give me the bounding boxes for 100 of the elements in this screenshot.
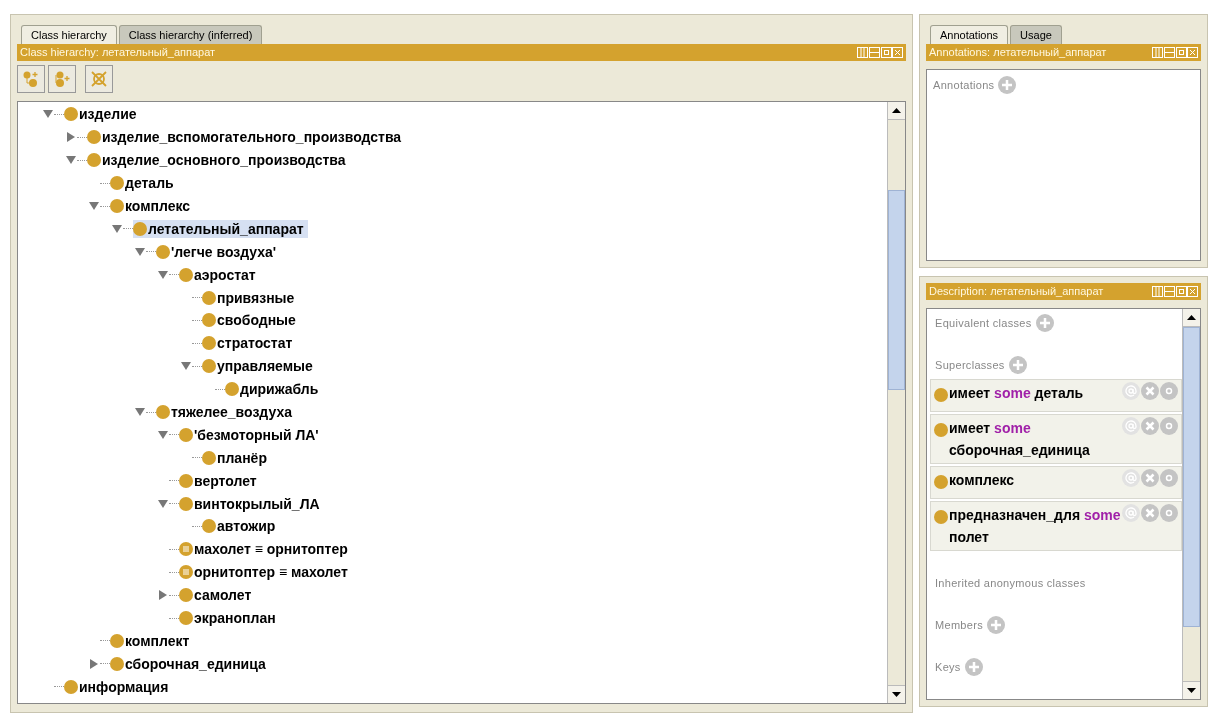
- class-icon: [934, 388, 948, 402]
- tree-node[interactable]: дирижабль: [225, 380, 323, 399]
- superclass-row[interactable]: комплекс: [930, 466, 1182, 499]
- tab[interactable]: Class hierarchy: [21, 25, 117, 44]
- tree-node[interactable]: 'легче воздуха': [156, 242, 281, 261]
- class-icon: [179, 611, 193, 626]
- collapse-triangle-icon[interactable]: [89, 202, 99, 210]
- window-controls-icon[interactable]: [1152, 47, 1198, 58]
- class-icon: [934, 423, 948, 437]
- at-sign-icon: [1125, 472, 1137, 484]
- section-label: Superclasses: [935, 357, 1005, 373]
- add-icon[interactable]: [964, 658, 983, 676]
- scrollbar[interactable]: [887, 102, 905, 703]
- add-icon[interactable]: [986, 616, 1005, 634]
- tree-node[interactable]: экраноплан: [179, 609, 280, 628]
- scroll-down-button[interactable]: [1183, 681, 1200, 699]
- tree-node[interactable]: комплект: [110, 631, 194, 650]
- defined-class-icon: [179, 565, 193, 580]
- collapse-triangle-icon[interactable]: [135, 247, 145, 256]
- class-name: привязные: [217, 288, 295, 307]
- edit-icon[interactable]: [1160, 382, 1178, 400]
- tree-node[interactable]: управляемые: [202, 357, 317, 376]
- collapse-triangle-icon[interactable]: [66, 156, 76, 165]
- add-icon[interactable]: [1035, 314, 1054, 332]
- collapse-triangle-icon[interactable]: [181, 362, 191, 371]
- expand-triangle-icon[interactable]: [90, 658, 98, 669]
- annotate-button[interactable]: [1122, 382, 1140, 400]
- add-icon[interactable]: [998, 76, 1017, 94]
- scroll-up-button[interactable]: [1183, 309, 1200, 327]
- class-name: комплекс: [125, 197, 191, 215]
- tree-node[interactable]: вертолет: [179, 471, 261, 490]
- class-name: самолет: [194, 586, 252, 605]
- panel-title: Class hierarchy: летательный_аппарат: [20, 45, 216, 61]
- class-name: автожир: [217, 517, 276, 536]
- class-name: стратостат: [217, 334, 293, 353]
- collapse-triangle-icon[interactable]: [43, 110, 53, 119]
- tree-node[interactable]: планёр: [202, 448, 271, 467]
- tree-node[interactable]: привязные: [202, 288, 299, 307]
- tree-node[interactable]: деталь: [110, 174, 178, 193]
- delete-icon[interactable]: [1141, 469, 1159, 487]
- tree-node[interactable]: автожир: [202, 517, 280, 536]
- add-subclass-button[interactable]: [17, 65, 45, 93]
- superclass-row[interactable]: имеет some сборочная_единица: [930, 414, 1182, 464]
- tree-node[interactable]: информация: [64, 677, 173, 696]
- window-controls-icon[interactable]: [857, 47, 903, 58]
- class-expression: предназначен_для some полет: [948, 506, 1122, 547]
- class-icon: [156, 244, 170, 259]
- expand-triangle-icon[interactable]: [159, 590, 167, 601]
- add-sibling-button[interactable]: [48, 65, 76, 93]
- collapse-triangle-icon[interactable]: [135, 408, 145, 416]
- superclass-row[interactable]: предназначен_для some полет: [930, 501, 1182, 551]
- scroll-up-button[interactable]: [888, 102, 905, 120]
- edit-icon[interactable]: [1160, 417, 1178, 435]
- class-name: свободные: [217, 311, 296, 330]
- scroll-down-button[interactable]: [888, 685, 905, 703]
- collapse-triangle-icon[interactable]: [158, 270, 168, 279]
- annotate-button[interactable]: [1122, 504, 1140, 522]
- class-icon: [225, 382, 239, 397]
- down-arrow-icon: [1187, 688, 1196, 693]
- superclass-row[interactable]: имеет some деталь: [930, 379, 1182, 412]
- delete-icon[interactable]: [1141, 504, 1159, 522]
- section-label: Inherited anonymous classes: [935, 575, 1086, 591]
- tab[interactable]: Usage: [1010, 25, 1062, 44]
- class-icon: [133, 221, 147, 236]
- class-expression: имеет some деталь: [948, 384, 1085, 403]
- class-icon: [87, 130, 101, 145]
- tree-node[interactable]: стратостат: [202, 334, 297, 353]
- scroll-thumb[interactable]: [1183, 327, 1200, 627]
- panel-title: Description: летательный_аппарат: [929, 284, 1104, 300]
- add-icon[interactable]: [1008, 356, 1027, 374]
- collapse-triangle-icon[interactable]: [158, 430, 168, 439]
- delete-icon[interactable]: [1141, 417, 1159, 435]
- up-arrow-icon: [1187, 315, 1196, 320]
- class-name: деталь: [125, 174, 174, 193]
- tree-node[interactable]: комплекс: [110, 197, 195, 215]
- delete-icon[interactable]: [1141, 382, 1159, 400]
- scrollbar[interactable]: [1182, 309, 1200, 699]
- tree-node[interactable]: изделие: [64, 105, 141, 124]
- add-subclass-icon: [22, 70, 40, 88]
- tree-node[interactable]: свободные: [202, 311, 300, 330]
- tab[interactable]: Annotations: [930, 25, 1009, 44]
- window-controls-icon[interactable]: [1152, 286, 1198, 297]
- tree-node[interactable]: самолет: [179, 586, 256, 605]
- collapse-triangle-icon[interactable]: [158, 499, 168, 508]
- collapse-triangle-icon[interactable]: [112, 224, 122, 233]
- expand-triangle-icon[interactable]: [67, 132, 75, 143]
- tree-node[interactable]: аэростат: [179, 265, 260, 284]
- up-arrow-icon: [892, 108, 901, 113]
- class-icon: [64, 679, 78, 694]
- scroll-thumb[interactable]: [888, 190, 905, 390]
- edit-icon[interactable]: [1160, 469, 1178, 487]
- delete-class-button[interactable]: [85, 65, 113, 93]
- class-name: управляемые: [217, 357, 313, 376]
- edit-icon[interactable]: [1160, 504, 1178, 522]
- tab[interactable]: Class hierarchy (inferred): [118, 25, 263, 44]
- class-icon: [179, 267, 193, 282]
- class-icon: [179, 473, 193, 488]
- annotate-button[interactable]: [1122, 417, 1140, 435]
- annotate-button[interactable]: [1122, 469, 1140, 487]
- class-icon: [202, 450, 216, 465]
